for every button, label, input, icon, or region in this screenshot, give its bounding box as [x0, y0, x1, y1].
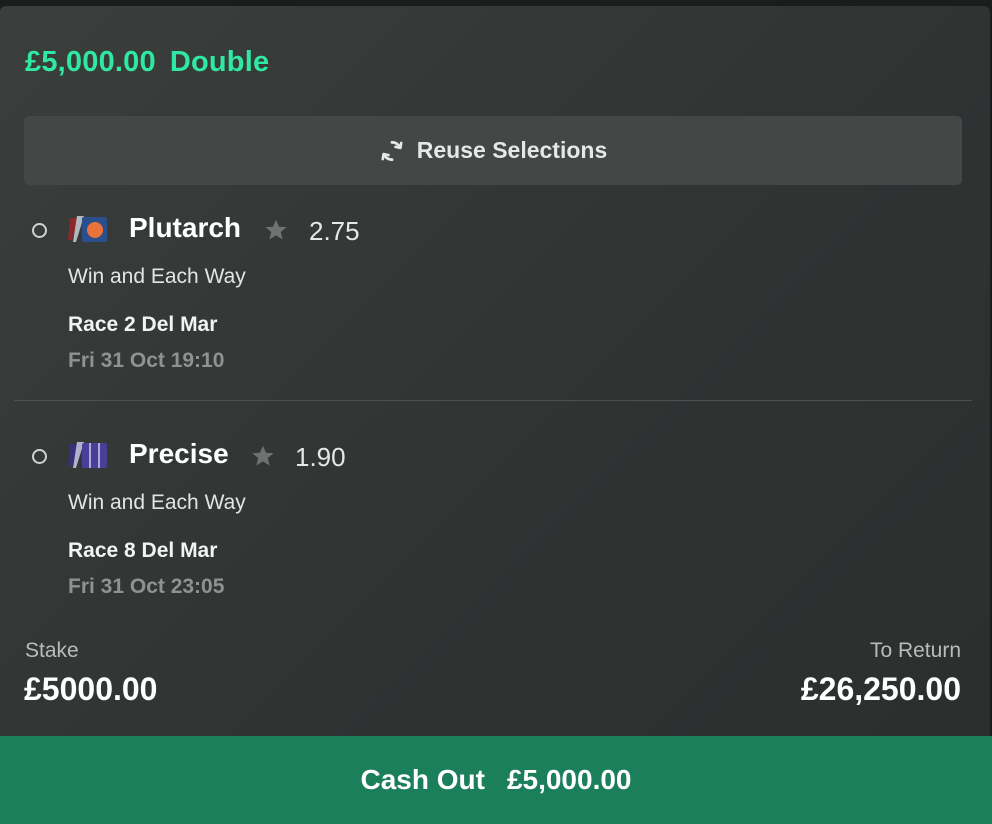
- selection-divider: [14, 400, 972, 401]
- race-name: Race 8 Del Mar: [68, 539, 218, 562]
- selection-radio[interactable]: [32, 223, 47, 238]
- runner-name: Plutarch: [129, 212, 242, 243]
- selection-radio[interactable]: [32, 449, 47, 464]
- favourite-star-icon[interactable]: [250, 443, 276, 469]
- race-time: Fri 31 Oct 19:10: [68, 349, 225, 372]
- cash-out-label: Cash Out: [360, 764, 485, 795]
- jockey-silk-icon: [68, 442, 107, 468]
- refresh-icon: [381, 140, 403, 161]
- selection-market: Win and Each Way: [68, 491, 246, 514]
- selection-odds: 2.75: [309, 216, 360, 246]
- favourite-star-icon[interactable]: [263, 217, 289, 243]
- to-return-value: £26,250.00: [800, 671, 961, 707]
- bet-card: £5,000.00 Double Reuse Selections Plutarc…: [0, 6, 990, 824]
- race-name: Race 2 Del Mar: [68, 313, 218, 336]
- to-return-label: To Return: [869, 639, 961, 662]
- cash-out-button[interactable]: Cash Out £5,000.00: [0, 736, 992, 824]
- stake-label: Stake: [25, 639, 79, 662]
- bet-header: £5,000.00 Double: [25, 46, 269, 79]
- selection-odds: 1.90: [295, 442, 346, 472]
- reuse-selections-label: Reuse Selections: [416, 137, 608, 163]
- jockey-silk-icon: [68, 216, 107, 242]
- race-time: Fri 31 Oct 23:05: [68, 575, 225, 598]
- cash-out-amount: £5,000.00: [506, 764, 632, 795]
- runner-name: Precise: [129, 438, 229, 469]
- selection-item: Plutarch 2.75 Win and Each Way Race 2 De…: [0, 208, 990, 398]
- selection-item: Precise 1.90 Win and Each Way Race 8 Del…: [0, 434, 990, 624]
- bet-type: Double: [169, 46, 270, 78]
- bet-amount: £5,000.00: [25, 46, 156, 78]
- stake-value: £5000.00: [24, 671, 158, 707]
- selection-market: Win and Each Way: [68, 265, 246, 288]
- reuse-selections-button[interactable]: Reuse Selections: [24, 116, 962, 185]
